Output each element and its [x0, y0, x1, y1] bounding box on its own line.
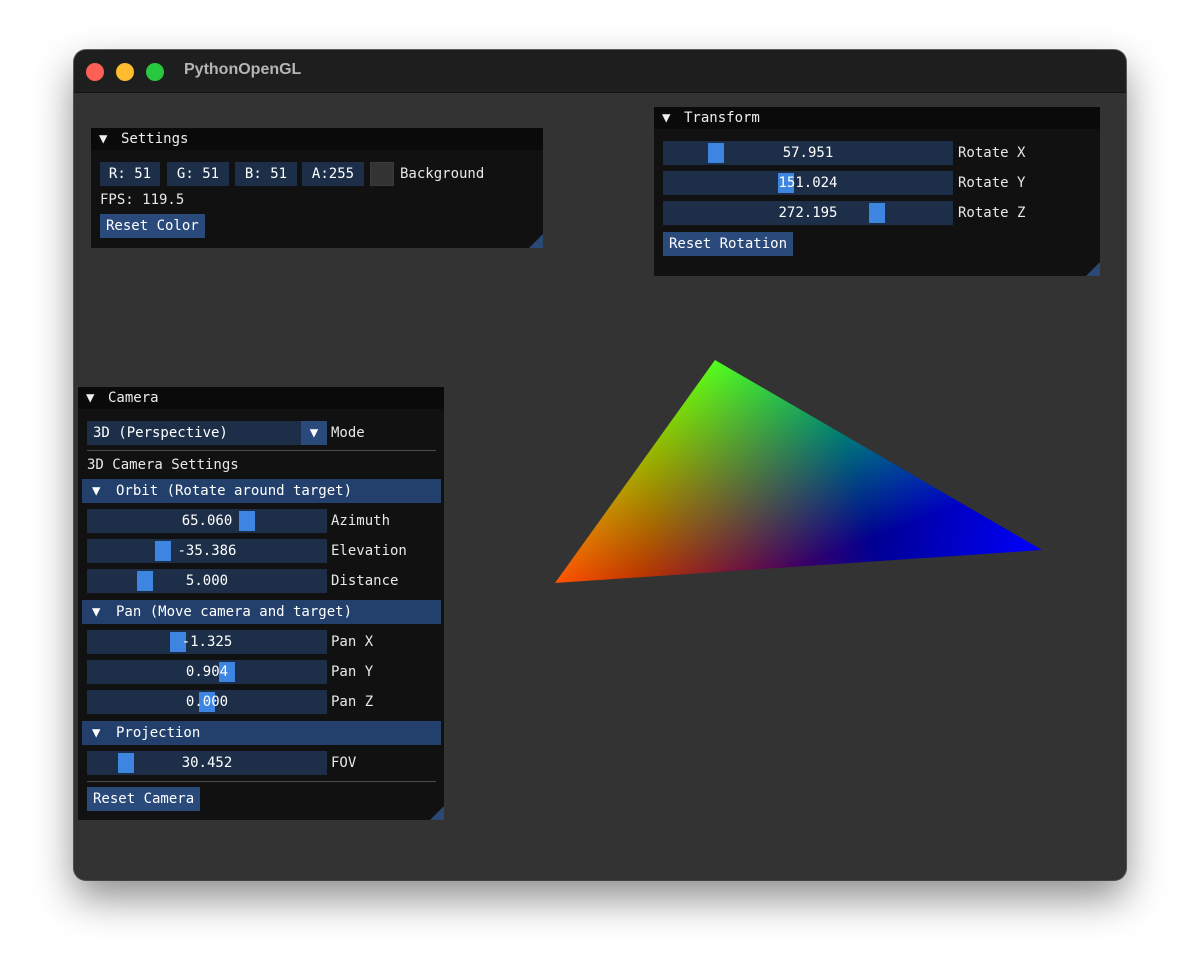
elevation-value: -35.386	[177, 543, 237, 559]
camera-mode-value: 3D (Perspective)	[93, 425, 228, 441]
transform-panel-header[interactable]: ▼ Transform	[654, 107, 1100, 129]
fov-value: 30.452	[181, 755, 233, 771]
projection-section-header[interactable]: ▼ Projection	[82, 721, 441, 745]
divider	[87, 781, 436, 782]
rotate-z-label: Rotate Z	[958, 205, 1026, 221]
settings-panel-header[interactable]: ▼ Settings	[91, 128, 543, 150]
reset-color-button[interactable]: Reset Color	[100, 214, 205, 238]
pan-y-label: Pan Y	[331, 664, 374, 680]
distance-slider[interactable]: 5.000	[87, 569, 327, 593]
transform-title: Transform	[684, 110, 760, 126]
rgb-triangle	[555, 360, 1042, 583]
fps-readout: FPS: 119.5	[100, 192, 185, 208]
pan-x-slider[interactable]: -1.325	[87, 630, 327, 654]
background-label: Background	[400, 166, 485, 182]
pan-section-header[interactable]: ▼ Pan (Move camera and target)	[82, 600, 441, 624]
resize-grip-icon[interactable]	[529, 234, 543, 248]
reset-camera-button[interactable]: Reset Camera	[87, 787, 201, 811]
distance-label: Distance	[331, 573, 399, 589]
orbit-section-header[interactable]: ▼ Orbit (Rotate around target)	[82, 479, 441, 503]
pan-section-title: Pan (Move camera and target)	[116, 604, 353, 620]
chevron-down-icon[interactable]: ▼	[301, 421, 327, 445]
rotate-x-label: Rotate X	[958, 145, 1026, 161]
pan-y-value: 0.904	[185, 664, 229, 680]
settings-title: Settings	[121, 131, 189, 147]
rotate-y-label: Rotate Y	[958, 175, 1026, 191]
blue-channel-input[interactable]: B: 51	[235, 162, 297, 186]
app-window: PythonOpenGL ▼ Settings R: 51 G: 51 B: 5…	[74, 50, 1126, 880]
camera-mode-dropdown[interactable]: 3D (Perspective) ▼	[87, 421, 327, 445]
orbit-section-title: Orbit (Rotate around target)	[116, 483, 353, 499]
pan-x-value: -1.325	[181, 634, 233, 650]
settings-panel[interactable]: ▼ Settings R: 51 G: 51 B: 51 A:255 Backgr…	[91, 128, 543, 248]
mode-label: Mode	[331, 425, 365, 441]
rotate-y-slider[interactable]: 151.024	[663, 171, 953, 195]
pan-z-slider[interactable]: 0.000	[87, 690, 327, 714]
collapse-arrow-icon[interactable]: ▼	[662, 107, 684, 129]
rotate-x-slider[interactable]: 57.951	[663, 141, 953, 165]
collapse-arrow-icon[interactable]: ▼	[86, 387, 108, 409]
alpha-channel-input[interactable]: A:255	[302, 162, 364, 186]
azimuth-label: Azimuth	[331, 513, 391, 529]
distance-value: 5.000	[185, 573, 229, 589]
red-channel-input[interactable]: R: 51	[100, 162, 160, 186]
collapse-arrow-icon[interactable]: ▼	[92, 479, 116, 503]
camera-settings-heading: 3D Camera Settings	[87, 457, 239, 473]
fov-slider[interactable]: 30.452	[87, 751, 327, 775]
resize-grip-icon[interactable]	[1086, 262, 1100, 276]
rotate-z-value: 272.195	[778, 205, 838, 221]
elevation-label: Elevation	[331, 543, 407, 559]
transform-panel[interactable]: ▼ Transform 57.951 Rotate X 151.024 Rotat…	[654, 107, 1100, 276]
rotate-y-value: 151.024	[778, 175, 838, 191]
rotate-z-slider[interactable]: 272.195	[663, 201, 953, 225]
elevation-slider[interactable]: -35.386	[87, 539, 327, 563]
reset-rotation-button[interactable]: Reset Rotation	[663, 232, 794, 256]
green-channel-input[interactable]: G: 51	[167, 162, 229, 186]
rotate-x-value: 57.951	[782, 145, 834, 161]
resize-grip-icon[interactable]	[430, 806, 444, 820]
fov-label: FOV	[331, 755, 357, 771]
collapse-arrow-icon[interactable]: ▼	[99, 128, 121, 150]
camera-panel[interactable]: ▼ Camera 3D (Perspective) ▼ Mode 3D Camer…	[78, 387, 444, 820]
camera-panel-header[interactable]: ▼ Camera	[78, 387, 444, 409]
pan-z-label: Pan Z	[331, 694, 374, 710]
pan-y-slider[interactable]: 0.904	[87, 660, 327, 684]
pan-z-value: 0.000	[185, 694, 229, 710]
divider	[87, 450, 436, 451]
projection-section-title: Projection	[116, 725, 201, 741]
camera-title: Camera	[108, 390, 159, 406]
pan-x-label: Pan X	[331, 634, 374, 650]
azimuth-value: 65.060	[181, 513, 233, 529]
collapse-arrow-icon[interactable]: ▼	[92, 721, 116, 745]
collapse-arrow-icon[interactable]: ▼	[92, 600, 116, 624]
azimuth-slider[interactable]: 65.060	[87, 509, 327, 533]
background-color-swatch[interactable]	[370, 162, 394, 186]
